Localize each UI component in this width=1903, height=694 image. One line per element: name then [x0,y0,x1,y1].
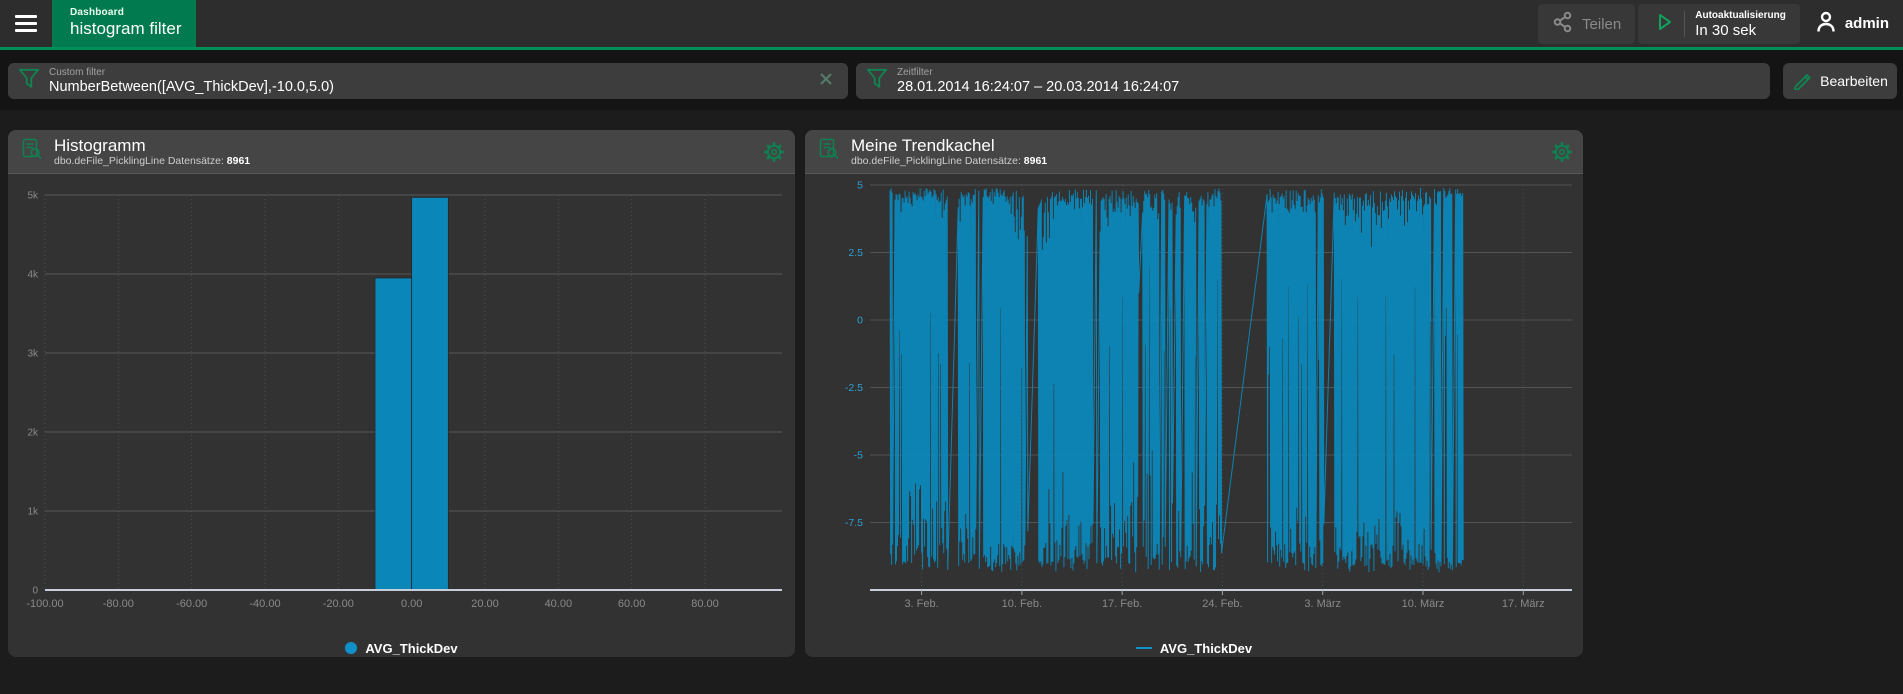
filter-funnel-icon [18,68,40,95]
histogram-settings-gear-icon[interactable] [763,141,785,168]
svg-text:20.00: 20.00 [471,598,499,610]
trend-record-count: 8961 [1024,155,1047,167]
svg-text:0: 0 [32,586,38,597]
svg-text:10. Feb.: 10. Feb. [1002,598,1042,610]
svg-text:5: 5 [857,180,863,192]
trend-subtitle: dbo.deFile_PicklingLine Datensätze: 8961 [851,155,1047,167]
svg-text:-40.00: -40.00 [249,598,280,610]
share-button-label: Teilen [1582,16,1621,33]
histogram-chart[interactable]: 0 1k 2k 3k 4k 5k -100.00 -80.00 -60.00 -40.00 -20.… [8,174,795,630]
svg-text:0.00: 0.00 [401,598,422,610]
filter-bar: Custom filter NumberBetween([AVG_ThickDe… [0,50,1903,110]
dashboard-tab-name: histogram filter [70,19,196,39]
trend-chart[interactable]: 5 2.5 0 -2.5 -5 -7.5 3. Feb. 10. Feb. 17. Feb. 24… [805,174,1583,630]
top-bar: Dashboard histogram filter Teilen Autoak… [0,0,1903,47]
histogram-tile: Histogramm dbo.deFile_PicklingLine Daten… [8,130,795,657]
autorefresh-label: Autoaktualisierung [1695,10,1786,21]
custom-filter-label: Custom filter [49,67,814,79]
time-filter-label: Zeitfilter [897,67,1760,79]
custom-filter-close-icon[interactable] [814,69,838,94]
chart-tile-icon [817,137,841,166]
user-icon [1814,10,1838,38]
time-filter-value: 28.01.2014 16:24:07 – 20.03.2014 16:24:0… [897,79,1760,96]
histogram-legend: AVG_ThickDev [8,635,795,661]
svg-text:40.00: 40.00 [545,598,573,610]
trend-legend-label: AVG_ThickDev [1160,641,1252,656]
trend-legend: AVG_ThickDev [805,635,1583,661]
pencil-icon [1792,70,1812,93]
trend-tile-header: Meine Trendkachel dbo.deFile_PicklingLin… [805,130,1583,174]
histogram-subtitle: dbo.deFile_PicklingLine Datensätze: 8961 [54,155,250,167]
histogram-legend-label: AVG_ThickDev [365,641,457,656]
svg-text:10. März: 10. März [1402,598,1445,610]
autorefresh-button[interactable]: Autoaktualisierung In 30 sek [1638,4,1800,44]
histogram-title: Histogramm [54,136,250,155]
menu-hamburger-icon[interactable] [0,0,52,47]
svg-text:2.5: 2.5 [848,247,863,259]
svg-text:5k: 5k [27,191,39,202]
svg-text:3. Feb.: 3. Feb. [904,598,938,610]
time-filter-funnel-icon [866,68,888,95]
svg-text:80.00: 80.00 [691,598,719,610]
dashboard-tab[interactable]: Dashboard histogram filter [52,0,196,47]
svg-text:4k: 4k [27,270,39,281]
svg-text:3k: 3k [27,349,39,360]
svg-text:1k: 1k [27,507,39,518]
svg-text:0: 0 [857,315,863,327]
svg-text:17. Feb.: 17. Feb. [1102,598,1142,610]
trend-settings-gear-icon[interactable] [1551,141,1573,168]
histogram-legend-dot-icon [345,642,357,654]
svg-text:2k: 2k [27,428,39,439]
svg-text:24. Feb.: 24. Feb. [1202,598,1242,610]
dashboard-tab-label: Dashboard [70,7,196,18]
trend-legend-line-icon [1136,647,1152,649]
svg-text:-60.00: -60.00 [176,598,207,610]
svg-text:3. März: 3. März [1304,598,1341,610]
edit-button-label: Bearbeiten [1820,73,1888,89]
svg-text:17. März: 17. März [1502,598,1545,610]
topbar-spacer [196,0,1538,47]
share-button[interactable]: Teilen [1538,4,1635,44]
svg-text:-7.5: -7.5 [845,517,863,529]
share-icon [1552,11,1574,37]
autorefresh-countdown: In 30 sek [1695,22,1786,39]
trend-title: Meine Trendkachel [851,136,1047,155]
svg-text:-20.00: -20.00 [323,598,354,610]
svg-text:60.00: 60.00 [618,598,646,610]
trend-tile: Meine Trendkachel dbo.deFile_PicklingLin… [805,130,1583,657]
user-name: admin [1845,15,1889,32]
edit-button[interactable]: Bearbeiten [1783,63,1897,99]
custom-filter-panel[interactable]: Custom filter NumberBetween([AVG_ThickDe… [8,63,848,99]
histogram-tile-header: Histogramm dbo.deFile_PicklingLine Daten… [8,130,795,174]
time-filter-panel[interactable]: Zeitfilter 28.01.2014 16:24:07 – 20.03.2… [856,63,1770,99]
svg-text:-80.00: -80.00 [103,598,134,610]
chart-tile-icon [20,137,44,166]
svg-text:-100.00: -100.00 [26,598,63,610]
play-icon [1652,10,1676,39]
dashboard-content: Histogramm dbo.deFile_PicklingLine Daten… [0,110,1903,657]
histogram-record-count: 8961 [227,155,250,167]
custom-filter-value: NumberBetween([AVG_ThickDev],-10.0,5.0) [49,79,814,96]
svg-text:-5: -5 [854,450,863,462]
autorefresh-divider [1684,11,1685,37]
user-menu[interactable]: admin [1814,0,1889,47]
svg-text:-2.5: -2.5 [845,382,863,394]
